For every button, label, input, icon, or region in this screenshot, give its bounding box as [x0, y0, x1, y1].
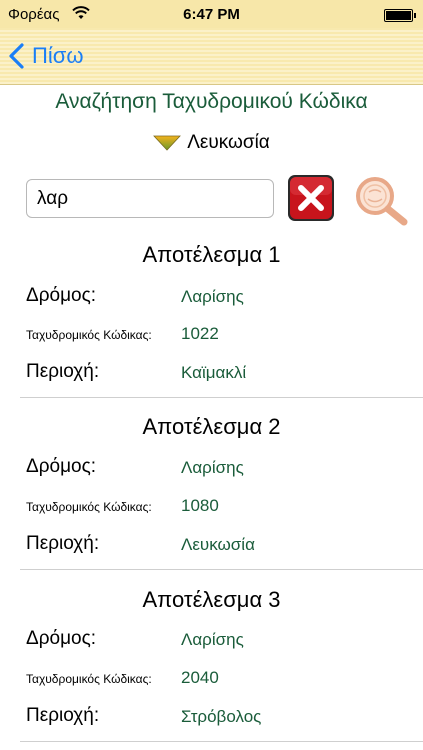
search-input[interactable] [26, 179, 274, 218]
divider [20, 569, 423, 570]
area-value: Λευκωσία [181, 535, 255, 554]
area-label: Περιοχή: [26, 705, 100, 726]
area-label: Περιοχή: [26, 533, 100, 554]
postal-code-value: 1022 [181, 324, 219, 343]
street-label: Δρόμος: [26, 285, 97, 306]
postal-code-label: Ταχυδρομικός Κώδικας: [26, 672, 152, 686]
postal-code-label: Ταχυδρομικός Κώδικας: [26, 328, 152, 342]
postal-code-value: 1080 [181, 496, 219, 515]
back-label: Πίσω [32, 43, 84, 68]
street-value: Λαρίσης [181, 630, 244, 649]
back-button[interactable]: Πίσω [8, 38, 84, 74]
result-heading: Αποτέλεσμα 2 [142, 414, 281, 439]
battery-icon [384, 9, 416, 22]
magnifier-icon[interactable] [352, 174, 410, 226]
street-label: Δρόμος: [26, 628, 97, 649]
postal-code-label: Ταχυδρομικός Κώδικας: [26, 500, 152, 514]
area-value: Στρόβολος [181, 707, 262, 726]
page-title: Αναζήτηση Ταχυδρομικού Κώδικα [55, 90, 368, 113]
result-heading: Αποτέλεσμα 3 [142, 587, 281, 612]
street-value: Λαρίσης [181, 287, 244, 306]
chevron-left-icon [9, 43, 24, 69]
street-value: Λαρίσης [181, 458, 244, 477]
divider [20, 397, 423, 398]
area-value: Καϊμακλί [181, 363, 247, 382]
divider [20, 741, 423, 742]
navigation-bar: Πίσω [0, 28, 423, 85]
clock: 6:47 PM [183, 6, 240, 23]
status-bar: Φορέας 6:47 PM [0, 0, 423, 28]
region-selector[interactable]: Λευκωσία [0, 132, 423, 154]
clear-x-icon[interactable] [287, 174, 335, 222]
dropdown-triangle-icon [153, 135, 182, 151]
postal-code-value: 2040 [181, 668, 219, 687]
area-label: Περιοχή: [26, 361, 100, 382]
result-heading: Αποτέλεσμα 1 [142, 242, 281, 267]
street-label: Δρόμος: [26, 456, 97, 477]
region-label: Λευκωσία [187, 132, 270, 153]
